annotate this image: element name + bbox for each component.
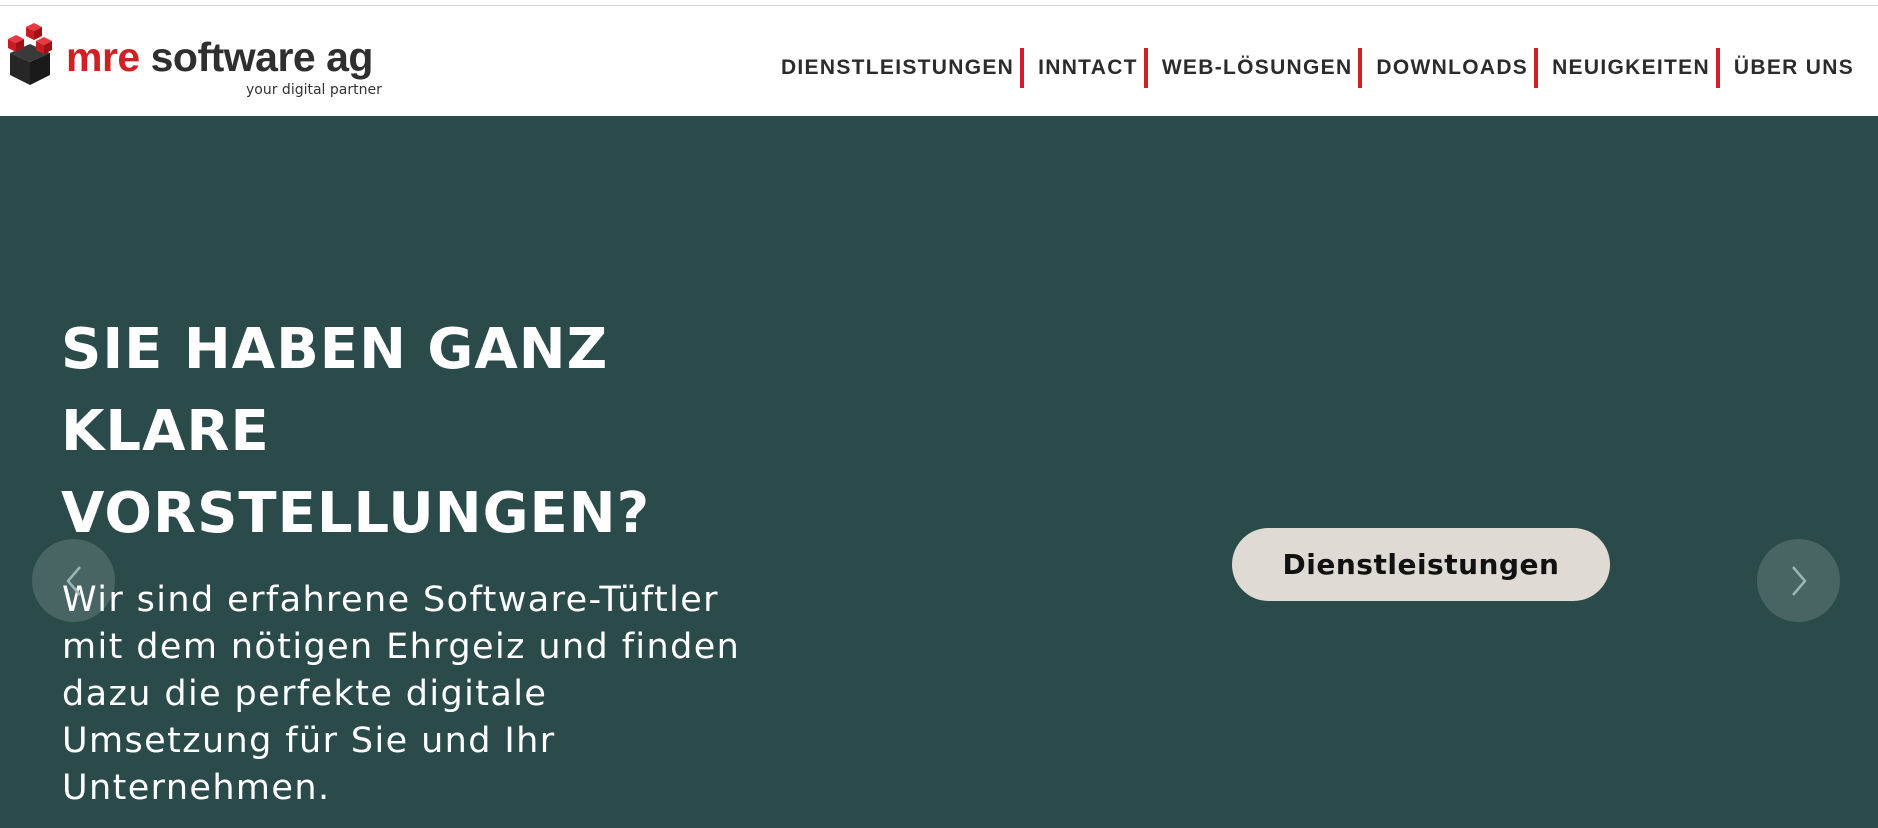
- hero-description: Wir sind erfahrene Software-Tüftler mit …: [62, 580, 741, 808]
- nav-separator: [1020, 48, 1025, 88]
- logo-wordmark-rest: software ag: [139, 34, 374, 80]
- cube-logo-icon: [8, 23, 52, 85]
- slider-prev-button[interactable]: [32, 539, 115, 622]
- logo-wordmark: mre software ag: [66, 35, 373, 79]
- nav-item-web-loesungen[interactable]: WEB-LÖSUNGEN: [1160, 46, 1355, 90]
- dienstleistungen-button[interactable]: Dienstleistungen: [1232, 528, 1610, 601]
- site-logo[interactable]: mre software ag your digital partner: [6, 23, 396, 105]
- nav-separator: [1534, 48, 1539, 88]
- nav-item-downloads[interactable]: DOWNLOADS: [1374, 46, 1530, 90]
- logo-tagline: your digital partner: [246, 82, 382, 98]
- nav-item-ueber-uns[interactable]: ÜBER UNS: [1732, 46, 1856, 90]
- nav-item-inntact[interactable]: INNTACT: [1036, 46, 1140, 90]
- nav-separator: [1143, 48, 1148, 88]
- main-nav: DIENSTLEISTUNGEN INNTACT WEB-LÖSUNGEN DO…: [779, 46, 1856, 90]
- page: mre software ag your digital partner DIE…: [0, 0, 1878, 828]
- nav-item-dienstleistungen[interactable]: DIENSTLEISTUNGEN: [779, 46, 1016, 90]
- nav-item-neuigkeiten[interactable]: NEUIGKEITEN: [1550, 46, 1712, 90]
- slider-next-button[interactable]: [1757, 539, 1840, 622]
- nav-separator: [1358, 48, 1363, 88]
- hero-slider: SIE HABEN GANZ KLARE VORSTELLUNGEN? Wir …: [0, 116, 1878, 828]
- site-header: mre software ag your digital partner DIE…: [0, 6, 1878, 116]
- hero-title: SIE HABEN GANZ KLARE VORSTELLUNGEN?: [61, 317, 651, 546]
- chevron-left-icon: [65, 565, 81, 596]
- nav-separator: [1715, 48, 1720, 88]
- chevron-right-icon: [1791, 565, 1807, 596]
- logo-wordmark-accent: mre: [66, 34, 140, 80]
